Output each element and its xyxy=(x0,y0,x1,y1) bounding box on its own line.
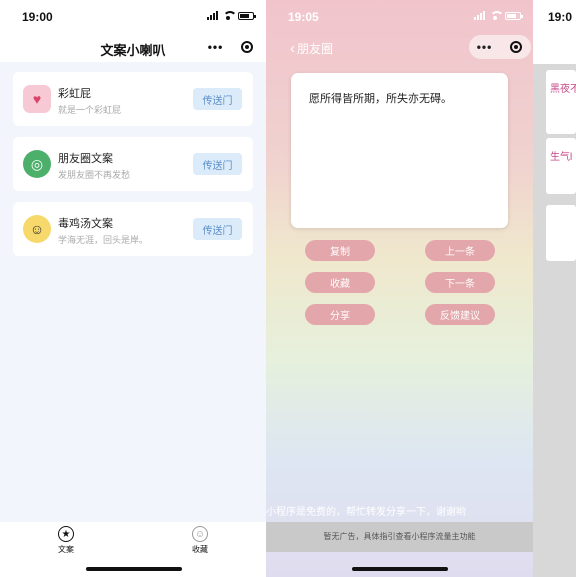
status-time: 19:00 xyxy=(22,10,53,24)
status-icons xyxy=(207,11,256,20)
card-title: 毒鸡汤文案 xyxy=(58,218,113,230)
list-item-text: 黑夜不 xyxy=(550,84,576,95)
copy-button[interactable]: 复制 xyxy=(305,240,375,261)
feedback-button[interactable]: 反馈建议 xyxy=(425,304,495,325)
card-subtitle: 发朋友圈不再发愁 xyxy=(58,170,131,180)
tab-shoucang[interactable]: ☺ 收藏 xyxy=(170,526,230,555)
tab-label: 收藏 xyxy=(192,545,208,554)
list-area: 黑夜不 生气l xyxy=(533,64,576,577)
previous-button[interactable]: 上一条 xyxy=(425,240,495,261)
more-dots-icon[interactable]: ••• xyxy=(469,40,500,54)
more-dots-icon[interactable]: ••• xyxy=(200,40,231,54)
back-label: 朋友圈 xyxy=(297,42,334,56)
shutter-icon: ◎ xyxy=(23,150,51,178)
tab-bar: ★ 文案 ☺ 收藏 xyxy=(0,522,266,577)
home-indicator xyxy=(352,567,448,571)
portal-button[interactable]: 传送门 xyxy=(193,88,242,110)
status-icons xyxy=(474,11,523,20)
heart-icon: ♥ xyxy=(23,85,51,113)
next-button[interactable]: 下一条 xyxy=(425,272,495,293)
scrolling-notice: 小程序是免费的，帮忙转发分享一下，谢谢哟 xyxy=(266,507,466,518)
status-bar: 19:05 xyxy=(266,0,533,32)
share-button[interactable]: 分享 xyxy=(305,304,375,325)
user-icon: ☺ xyxy=(192,526,208,542)
card-title: 朋友圈文案 xyxy=(58,153,113,165)
signal-icon xyxy=(474,11,485,20)
status-bar: 19:0 xyxy=(533,0,576,32)
list-item[interactable]: 黑夜不 xyxy=(546,70,576,134)
list-item[interactable]: 生气l xyxy=(546,138,576,194)
card-subtitle: 就是一个彩虹屁 xyxy=(58,105,122,115)
list-item-text: 生气l xyxy=(550,152,573,163)
chevron-left-icon: ‹ xyxy=(290,39,295,57)
star-icon: ★ xyxy=(58,526,74,542)
signal-icon xyxy=(207,11,218,20)
favorite-button[interactable]: 收藏 xyxy=(305,272,375,293)
status-time: 19:05 xyxy=(288,10,319,24)
battery-icon xyxy=(505,11,523,20)
quote-text: 愿所得皆所期，所失亦无碍。 xyxy=(309,93,452,105)
wifi-icon xyxy=(490,11,504,20)
status-bar: 19:00 xyxy=(0,0,266,32)
menu-capsule: ••• xyxy=(200,35,262,59)
ad-bar: 暂无广告，具体指引查看小程序流量主功能 xyxy=(266,522,533,552)
status-time: 19:0 xyxy=(548,10,573,24)
list-item[interactable] xyxy=(546,205,576,261)
menu-capsule: ••• xyxy=(469,35,531,59)
battery-icon xyxy=(238,11,256,20)
target-icon[interactable] xyxy=(500,41,531,53)
quote-screen: 19:05 ‹ 朋友圈 ••• 愿所得皆所期，所失亦无碍。 复制 收藏 分享 上… xyxy=(266,0,533,577)
home-indicator xyxy=(86,567,182,571)
target-icon[interactable] xyxy=(231,41,262,53)
category-card-dujitang[interactable]: ☺ 毒鸡汤文案 学海无涯，回头是岸。 传送门 xyxy=(13,202,253,256)
tab-label: 文案 xyxy=(58,545,74,554)
portal-button[interactable]: 传送门 xyxy=(193,153,242,175)
wifi-icon xyxy=(223,11,237,20)
card-subtitle: 学海无涯，回头是岸。 xyxy=(58,235,149,245)
card-title: 彩虹屁 xyxy=(58,88,91,100)
home-screen: 19:00 文案小喇叭 ••• ♥ 彩虹屁 就是一个彩虹屁 传送门 ◎ 朋友圈文… xyxy=(0,0,266,577)
portal-button[interactable]: 传送门 xyxy=(193,218,242,240)
category-card-pengyouquan[interactable]: ◎ 朋友圈文案 发朋友圈不再发愁 传送门 xyxy=(13,137,253,191)
skull-face-icon: ☺ xyxy=(23,215,51,243)
tab-wenan[interactable]: ★ 文案 xyxy=(36,526,96,555)
ad-text: 暂无广告，具体指引查看小程序流量主功能 xyxy=(323,532,476,541)
category-card-caihongpi[interactable]: ♥ 彩虹屁 就是一个彩虹屁 传送门 xyxy=(13,72,253,126)
back-button[interactable]: ‹ 朋友圈 xyxy=(290,40,333,57)
quote-card: 愿所得皆所期，所失亦无碍。 xyxy=(291,73,508,228)
partial-list-screen: 19:0 黑夜不 生气l xyxy=(533,0,576,577)
